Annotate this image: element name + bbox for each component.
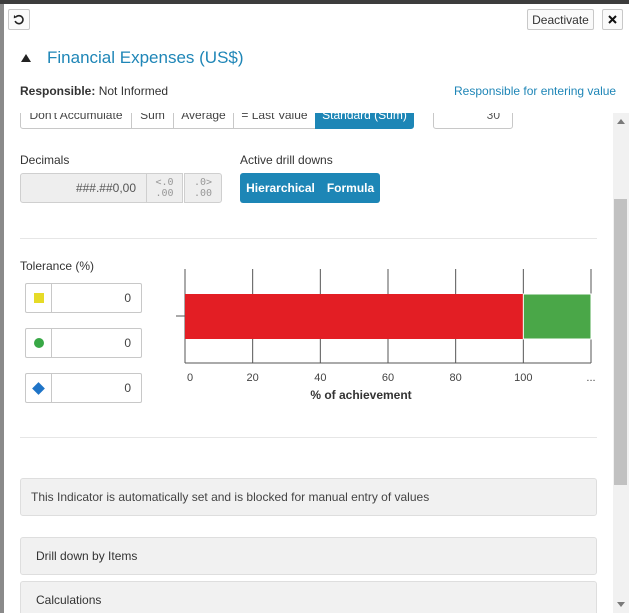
panel-header: Financial Expenses (US$) Responsible: No… (4, 36, 629, 113)
close-button[interactable] (602, 9, 623, 30)
panel-title: Financial Expenses (US$) (47, 48, 244, 67)
scroll-content: Don't Accumulate Sum Average = Last Valu… (4, 113, 612, 613)
accumulate-option-average[interactable]: Average (173, 113, 234, 129)
toolbar: Deactivate (4, 4, 629, 36)
chart-bar-below-target (185, 294, 524, 339)
accumulate-option-sum[interactable]: Sum (131, 113, 174, 129)
chart-tick-label: 40 (314, 372, 326, 384)
vertical-scrollbar[interactable] (613, 113, 629, 613)
active-drill-downs-label: Active drill downs (240, 153, 333, 167)
collapse-arrow-icon[interactable] (21, 54, 31, 62)
decimals-label: Decimals (20, 153, 70, 167)
tolerance-yellow-value: 0 (124, 291, 131, 305)
chart-bar-above-target (522, 293, 592, 340)
accumulate-option-last-value[interactable]: = Last Value (233, 113, 316, 129)
close-icon (608, 15, 617, 24)
accumulate-option-dont-accumulate[interactable]: Don't Accumulate (20, 113, 132, 129)
tolerance-label: Tolerance (%) (20, 259, 95, 273)
divider (20, 238, 597, 239)
indicator-panel: Deactivate Financial Expenses (US$) Resp… (4, 4, 629, 613)
yellow-square-icon (26, 284, 52, 312)
tolerance-green-value: 0 (124, 336, 131, 350)
responsible-label: Responsible: (20, 84, 96, 98)
chart-tick-label: 80 (450, 372, 462, 384)
tolerance-blue-value: 0 (124, 381, 131, 395)
chart-x-axis-label: % of achievement (310, 388, 411, 402)
chart-tick-label: 60 (382, 372, 394, 384)
decrease-decimals-button[interactable]: <.0.00 (146, 173, 183, 203)
achievement-chart: 0 20 40 60 80 100... % of achievement (176, 269, 596, 402)
tolerance-blue-input[interactable]: 0 (25, 373, 142, 403)
tolerance-yellow-input[interactable]: 0 (25, 283, 142, 313)
drill-down-by-items-section[interactable]: Drill down by Items (20, 537, 597, 575)
tolerance-green-input[interactable]: 0 (25, 328, 142, 358)
blue-diamond-icon (26, 374, 52, 402)
drill-down-formula-button[interactable]: Formula (321, 173, 380, 203)
increase-decimals-icon: .0> .00 (193, 177, 213, 199)
chart-tick-label: ... (586, 372, 595, 384)
divider (20, 437, 597, 438)
green-circle-icon (26, 329, 52, 357)
decimals-format-input[interactable]: ###.##0,00 (20, 173, 147, 203)
blocked-entry-info-box: This Indicator is automatically set and … (20, 478, 597, 516)
calculations-section[interactable]: Calculations (20, 581, 597, 613)
undo-button[interactable] (8, 9, 30, 30)
increase-decimals-button[interactable]: .0> .00 (184, 173, 222, 203)
decrease-decimals-icon: <.0.00 (155, 177, 174, 199)
accumulate-option-standard-sum[interactable]: Standard (Sum) (315, 113, 414, 129)
drill-down-hierarchical-button[interactable]: Hierarchical (240, 173, 321, 203)
responsible-entering-value-link[interactable]: Responsible for entering value (454, 84, 616, 98)
responsible-value: Not Informed (98, 84, 169, 98)
deactivate-button[interactable]: Deactivate (527, 9, 594, 30)
chart-tick-label: 100 (514, 372, 532, 384)
undo-icon (13, 14, 24, 24)
scroll-down-arrow-icon[interactable] (617, 602, 625, 607)
accumulate-number-input[interactable]: 30 (433, 113, 513, 129)
responsible-info: Responsible: Not Informed (20, 84, 168, 98)
scrollbar-thumb[interactable] (614, 199, 627, 485)
chart-tick-label: 20 (247, 372, 259, 384)
scroll-up-arrow-icon[interactable] (617, 119, 625, 124)
chart-tick-label: 0 (187, 372, 193, 384)
